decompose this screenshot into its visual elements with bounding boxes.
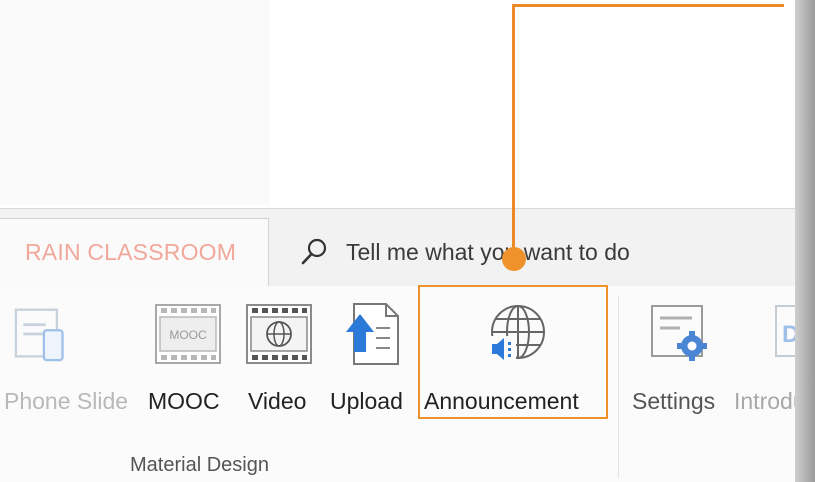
mooc-label: MOOC xyxy=(148,388,220,414)
mooc-icon: MOOC xyxy=(155,304,221,364)
svg-text:MOOC: MOOC xyxy=(169,328,207,342)
settings-icon xyxy=(651,305,707,361)
search-icon xyxy=(301,238,327,265)
introduction-icon: D xyxy=(775,305,795,357)
svg-text:D: D xyxy=(782,321,795,348)
phone-slide-button[interactable]: Phone Slide xyxy=(0,300,140,420)
window-edge xyxy=(795,0,815,482)
video-label: Video xyxy=(248,388,307,414)
tab-rain-classroom[interactable]: RAIN CLASSROOM xyxy=(0,218,269,287)
group-label-material-design: Material Design xyxy=(130,454,269,476)
group-separator xyxy=(618,296,619,478)
upload-button[interactable]: Upload xyxy=(330,300,414,420)
introduction-button[interactable]: D Introdu xyxy=(734,300,795,420)
callout-dot xyxy=(502,247,526,271)
callout-line-vertical xyxy=(512,4,515,260)
phone-slide-icon xyxy=(14,308,64,362)
highlight-box xyxy=(418,285,608,419)
phone-slide-label: Phone Slide xyxy=(4,388,129,414)
settings-label: Settings xyxy=(632,388,716,414)
mooc-button[interactable]: MOOC MOOC xyxy=(148,300,230,420)
tab-label: RAIN CLASSROOM xyxy=(25,239,237,265)
upload-label: Upload xyxy=(330,388,403,414)
introduction-label: Introdu xyxy=(734,388,795,414)
settings-button[interactable]: Settings xyxy=(632,300,726,420)
video-icon xyxy=(246,304,312,364)
document-area xyxy=(0,0,795,208)
upload-icon xyxy=(346,303,399,365)
video-button[interactable]: Video xyxy=(246,300,316,420)
tell-me-search[interactable]: Tell me what you want to do xyxy=(298,232,630,272)
callout-line-horizontal xyxy=(512,4,784,7)
search-text: Tell me what you want to do xyxy=(346,238,630,265)
